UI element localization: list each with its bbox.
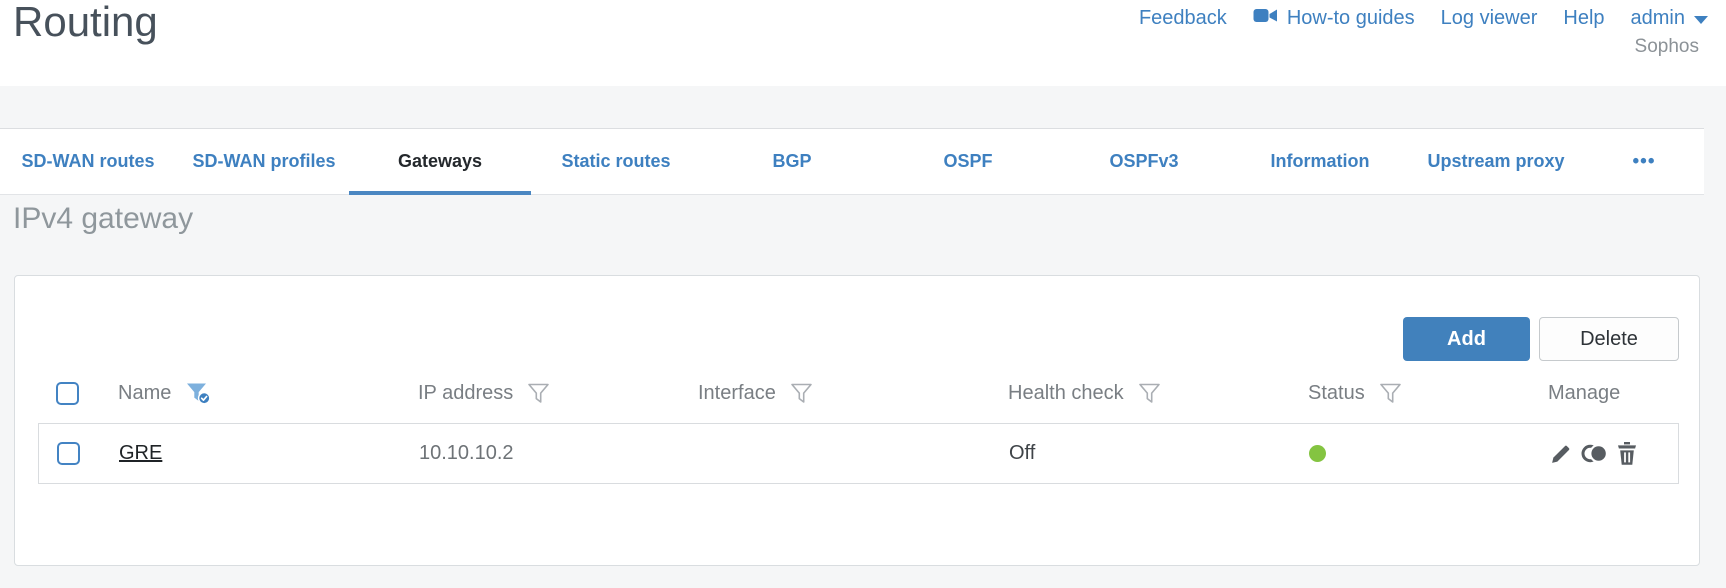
- interface-filter-icon[interactable]: [790, 383, 813, 404]
- top-header: Routing Feedback How-to guides Log viewe…: [0, 0, 1726, 86]
- health-check-filter-icon[interactable]: [1138, 383, 1161, 404]
- page-title: Routing: [13, 0, 158, 45]
- admin-menu[interactable]: admin: [1631, 7, 1708, 30]
- clone-status-icon[interactable]: [1581, 442, 1609, 465]
- tab-upstream-proxy[interactable]: Upstream proxy: [1408, 129, 1584, 194]
- column-health-check: Health check: [1008, 381, 1124, 404]
- help-link[interactable]: Help: [1563, 7, 1604, 30]
- tab-static-routes[interactable]: Static routes: [528, 129, 704, 194]
- name-filter-active-icon[interactable]: [185, 382, 212, 405]
- status-filter-icon[interactable]: [1379, 383, 1402, 404]
- table-header-row: Name IP address Interface Health check S…: [38, 371, 1679, 415]
- status-up-indicator: [1309, 445, 1326, 462]
- gateway-card: Add Delete Name IP address Interface Hea…: [14, 275, 1700, 566]
- section-title: IPv4 gateway: [13, 202, 194, 235]
- add-button[interactable]: Add: [1403, 317, 1530, 361]
- ip-address-filter-icon[interactable]: [527, 383, 550, 404]
- delete-trash-icon[interactable]: [1616, 441, 1638, 466]
- gateway-name-link[interactable]: GRE: [119, 442, 162, 464]
- delete-button[interactable]: Delete: [1539, 317, 1679, 361]
- column-name: Name: [118, 381, 172, 404]
- tab-gateways[interactable]: Gateways: [352, 129, 528, 194]
- column-interface: Interface: [698, 381, 776, 404]
- select-all-checkbox[interactable]: [56, 381, 79, 405]
- column-status: Status: [1308, 381, 1365, 404]
- tab-bgp[interactable]: BGP: [704, 129, 880, 194]
- tab-sd-wan-routes[interactable]: SD-WAN routes: [0, 129, 176, 194]
- header-nav: Feedback How-to guides Log viewer Help a…: [1139, 7, 1708, 30]
- chevron-down-icon: [1694, 16, 1708, 24]
- tab-sd-wan-profiles[interactable]: SD-WAN profiles: [176, 129, 352, 194]
- tab-ospfv3[interactable]: OSPFv3: [1056, 129, 1232, 194]
- tab-bar: SD-WAN routes SD-WAN profiles Gateways S…: [0, 128, 1704, 195]
- more-tabs-icon[interactable]: •••: [1584, 129, 1704, 194]
- tab-ospf[interactable]: OSPF: [880, 129, 1056, 194]
- column-manage: Manage: [1548, 381, 1621, 404]
- manage-actions: [1529, 441, 1678, 466]
- edit-pencil-icon[interactable]: [1549, 441, 1574, 466]
- gateway-table: Name IP address Interface Health check S…: [38, 371, 1679, 484]
- howto-guides-link[interactable]: How-to guides: [1253, 7, 1415, 30]
- table-row: GRE 10.10.10.2 Off: [38, 423, 1679, 484]
- gateway-health-check: Off: [1009, 442, 1036, 464]
- toolbar: Add Delete: [1403, 317, 1679, 361]
- tab-information[interactable]: Information: [1232, 129, 1408, 194]
- gateway-ip-address: 10.10.10.2: [419, 442, 514, 464]
- video-camera-icon: [1253, 7, 1278, 30]
- column-ip-address: IP address: [418, 381, 514, 404]
- row-checkbox[interactable]: [57, 442, 80, 465]
- feedback-link[interactable]: Feedback: [1139, 7, 1227, 30]
- brand-label: Sophos: [1634, 36, 1699, 57]
- log-viewer-link[interactable]: Log viewer: [1441, 7, 1538, 30]
